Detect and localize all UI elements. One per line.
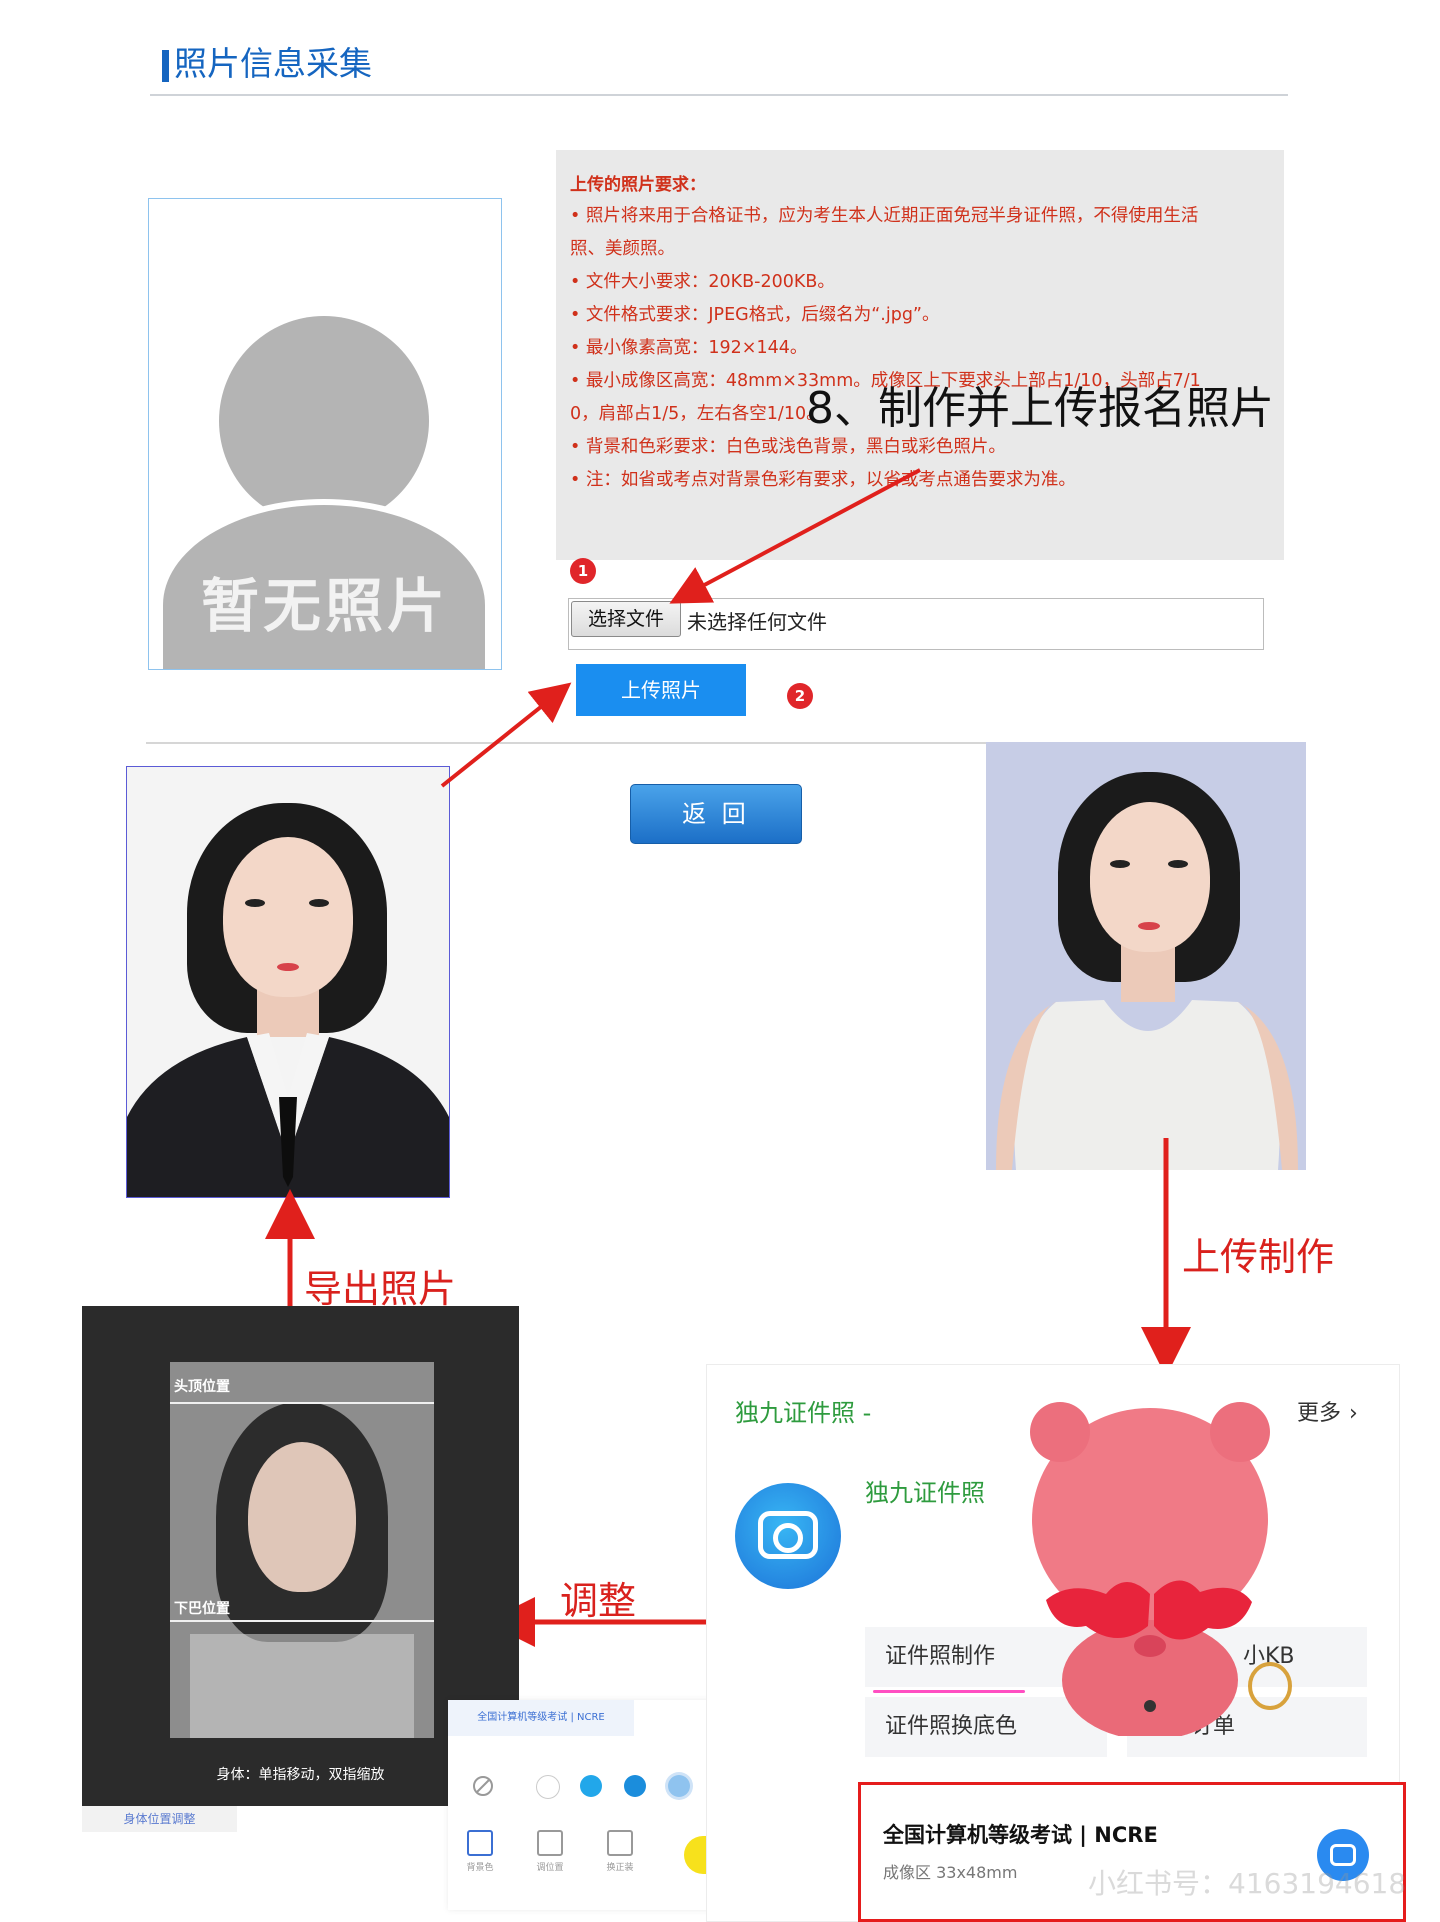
watermark: 小红书号：4163194618 xyxy=(1088,1867,1407,1900)
ncre-size: 成像区 33x48mm xyxy=(883,1863,1018,1882)
crop-frame[interactable]: 头顶位置 下巴位置 xyxy=(170,1362,434,1738)
move-icon xyxy=(537,1830,563,1856)
app-title: 独九证件照 xyxy=(865,1479,985,1507)
more-label: 更多 xyxy=(1297,1401,1342,1426)
more-link[interactable]: 更多 › xyxy=(1297,1395,1358,1427)
upload-make-label: 上传制作 xyxy=(1182,1235,1335,1279)
head-top-guide[interactable] xyxy=(170,1402,434,1404)
tool-position[interactable]: 调位置 xyxy=(528,1830,572,1873)
head-top-label: 头顶位置 xyxy=(174,1379,230,1395)
swatch-light-blue[interactable] xyxy=(580,1775,602,1797)
background-icon xyxy=(467,1830,493,1856)
ncre-title: 全国计算机等级考试 | NCRE xyxy=(883,1823,1158,1847)
mascot-sticker xyxy=(1030,1402,1292,1736)
export-photo-label: 导出照片 xyxy=(304,1267,457,1311)
body-shape xyxy=(190,1634,414,1738)
swatch-selected-check-icon[interactable] xyxy=(668,1775,690,1797)
panel-exam-title: 全国计算机等级考试 | NCRE xyxy=(448,1700,634,1736)
tool-label: 调位置 xyxy=(536,1863,564,1873)
chin-label: 下巴位置 xyxy=(174,1601,230,1617)
chin-guide[interactable] xyxy=(170,1620,434,1622)
app-logo[interactable] xyxy=(735,1483,841,1589)
face-shape xyxy=(248,1442,356,1592)
tool-label: 换正装 xyxy=(606,1863,634,1873)
no-color-icon[interactable] xyxy=(472,1775,494,1797)
camera-lens-icon xyxy=(773,1523,803,1553)
shirt-icon xyxy=(607,1830,633,1856)
tool-label: 背景色 xyxy=(466,1863,494,1873)
tool-formal-wear[interactable]: 换正装 xyxy=(598,1830,642,1873)
swatch-blue[interactable] xyxy=(624,1775,646,1797)
tool-background-color[interactable]: 背景色 xyxy=(458,1830,502,1873)
tab-body-position[interactable]: 身体位置调整 xyxy=(82,1806,237,1832)
adjust-label: 调整 xyxy=(560,1579,637,1623)
swatch-white[interactable] xyxy=(536,1775,560,1799)
chevron-right-icon: › xyxy=(1349,1401,1358,1426)
mini-program-name: 独九证件照 - xyxy=(735,1399,872,1427)
